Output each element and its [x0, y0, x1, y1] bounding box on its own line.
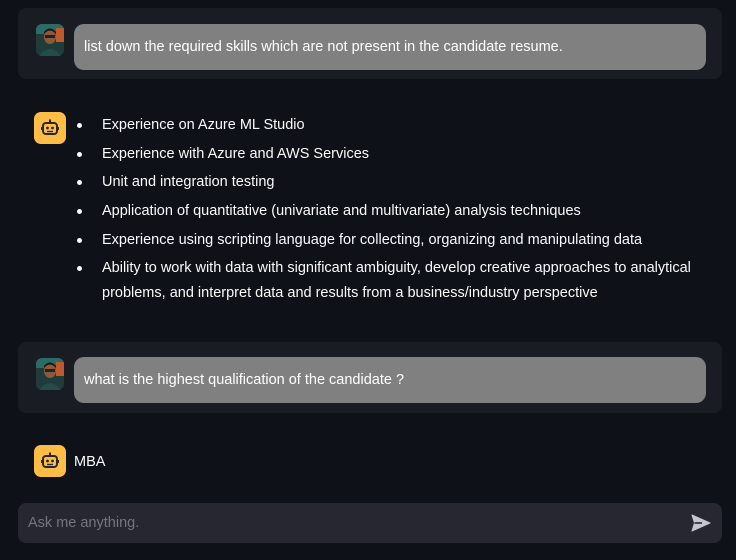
user-message-bubble: what is the highest qualification of the… — [74, 357, 706, 403]
robot-icon — [41, 452, 59, 468]
send-icon — [691, 514, 711, 532]
chat-input[interactable] — [18, 503, 678, 543]
list-item: Experience with Azure and AWS Services — [74, 142, 704, 167]
send-button[interactable] — [690, 512, 712, 534]
assistant-message-text: MBA — [74, 454, 106, 470]
user-message: what is the highest qualification of the… — [18, 342, 722, 413]
user-message: list down the required skills which are … — [18, 8, 722, 79]
assistant-avatar — [34, 112, 66, 144]
list-item: Experience on Azure ML Studio — [74, 113, 704, 138]
list-item: Ability to work with data with significa… — [74, 256, 704, 306]
list-item: Application of quantitative (univariate … — [74, 199, 704, 224]
assistant-avatar — [34, 445, 66, 477]
chat-page: list down the required skills which are … — [0, 0, 736, 560]
list-item: Unit and integration testing — [74, 170, 704, 195]
list-item: Experience using scripting language for … — [74, 228, 704, 253]
robot-icon — [41, 119, 59, 135]
chat-input-bar — [18, 503, 722, 543]
user-message-bubble: list down the required skills which are … — [74, 24, 706, 70]
user-avatar — [36, 24, 64, 56]
user-avatar — [36, 358, 64, 390]
assistant-message-list: Experience on Azure ML Studio Experience… — [74, 113, 704, 310]
